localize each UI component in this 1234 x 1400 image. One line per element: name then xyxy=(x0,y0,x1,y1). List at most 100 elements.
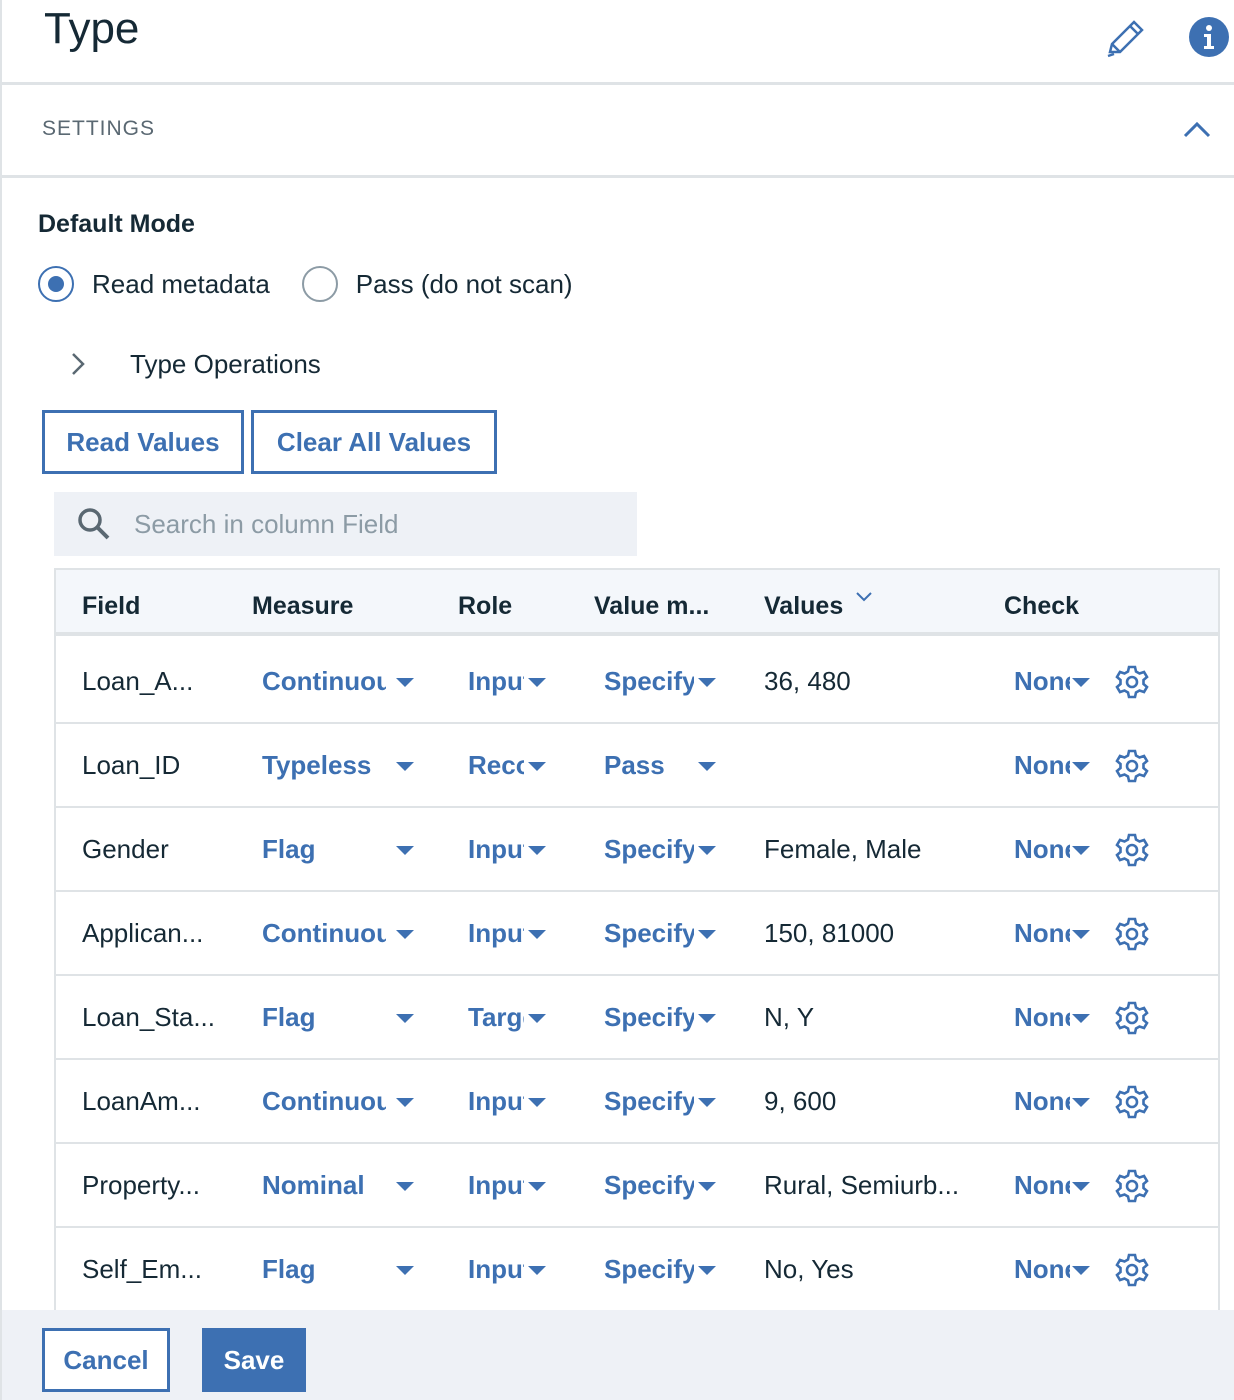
measure-dropdown-label: Flag xyxy=(262,833,316,864)
measure-dropdown[interactable]: Continuous xyxy=(262,892,414,974)
gear-icon[interactable] xyxy=(1114,748,1150,784)
value-mode-dropdown-label: Specify xyxy=(604,1001,694,1032)
clear-all-values-button[interactable]: Clear All Values xyxy=(251,410,497,474)
value-mode-dropdown-label: Specify xyxy=(604,1253,694,1284)
search-icon xyxy=(78,508,110,540)
role-dropdown[interactable]: Input xyxy=(468,640,546,722)
caret-down-icon xyxy=(1072,1266,1090,1275)
caret-down-icon xyxy=(396,762,414,771)
values-cell: 150, 81000 xyxy=(764,917,895,948)
caret-down-icon xyxy=(396,1266,414,1275)
measure-dropdown[interactable]: Continuous xyxy=(262,1060,414,1142)
gear-icon[interactable] xyxy=(1114,916,1150,952)
value-mode-dropdown[interactable]: Specify xyxy=(604,640,716,722)
cancel-button[interactable]: Cancel xyxy=(42,1328,170,1392)
settings-label: SETTINGS xyxy=(42,117,156,140)
column-header-role[interactable]: Role xyxy=(458,592,512,621)
column-header-check[interactable]: Check xyxy=(1004,592,1079,621)
measure-dropdown[interactable]: Flag xyxy=(262,976,414,1058)
value-mode-dropdown-label: Pass xyxy=(604,749,665,780)
radio-pass[interactable]: Pass (do not scan) xyxy=(301,266,573,302)
caret-down-icon xyxy=(698,1266,716,1275)
measure-dropdown[interactable]: Nominal xyxy=(262,1144,414,1226)
check-dropdown[interactable]: None xyxy=(1014,976,1090,1058)
role-dropdown[interactable]: Input xyxy=(468,1060,546,1142)
caret-down-icon xyxy=(1072,1182,1090,1191)
table-row: Self_Em... Flag Input Specify No, Yes None xyxy=(56,1228,1218,1312)
read-values-button[interactable]: Read Values xyxy=(42,410,244,474)
save-button[interactable]: Save xyxy=(202,1328,306,1392)
value-mode-dropdown[interactable]: Specify xyxy=(604,1228,716,1310)
value-mode-dropdown[interactable]: Pass xyxy=(604,724,716,806)
gear-icon[interactable] xyxy=(1114,664,1150,700)
search-input[interactable] xyxy=(134,508,614,540)
value-mode-dropdown[interactable]: Specify xyxy=(604,976,716,1058)
table-row: LoanAm... Continuous Input Specify 9, 600 Non… xyxy=(56,1060,1218,1144)
gear-icon[interactable] xyxy=(1114,832,1150,868)
gear-icon[interactable] xyxy=(1114,1252,1150,1288)
caret-down-icon xyxy=(1072,1098,1090,1107)
caret-down-icon xyxy=(698,930,716,939)
gear-icon[interactable] xyxy=(1114,1084,1150,1120)
chevron-right-icon[interactable] xyxy=(64,350,92,378)
field-cell: Loan_ID xyxy=(82,749,181,780)
field-cell: Applican... xyxy=(82,917,204,948)
table-header-row: Field Measure Role Value m... Values Che… xyxy=(56,570,1218,636)
check-dropdown[interactable]: None xyxy=(1014,1228,1090,1310)
caret-down-icon xyxy=(698,1182,716,1191)
check-dropdown[interactable]: None xyxy=(1014,808,1090,890)
check-dropdown[interactable]: None xyxy=(1014,1144,1090,1226)
check-dropdown[interactable]: None xyxy=(1014,1060,1090,1142)
role-dropdown[interactable]: Input xyxy=(468,1228,546,1310)
field-cell: Property... xyxy=(82,1169,201,1200)
role-dropdown-label: Input xyxy=(468,1253,524,1284)
check-dropdown-label: None xyxy=(1014,1253,1070,1284)
caret-down-icon xyxy=(396,846,414,855)
check-dropdown-label: None xyxy=(1014,917,1070,948)
radio-pass-label: Pass (do not scan) xyxy=(355,268,573,299)
role-dropdown[interactable]: Input xyxy=(468,808,546,890)
info-icon[interactable] xyxy=(1188,16,1230,58)
caret-down-icon xyxy=(698,1014,716,1023)
role-dropdown[interactable]: Input xyxy=(468,1144,546,1226)
check-dropdown[interactable]: None xyxy=(1014,892,1090,974)
check-dropdown[interactable]: None xyxy=(1014,640,1090,722)
value-mode-dropdown[interactable]: Specify xyxy=(604,1060,716,1142)
settings-section-header[interactable]: SETTINGS xyxy=(2,85,1234,175)
role-dropdown[interactable]: Record ID xyxy=(468,724,546,806)
caret-down-icon xyxy=(698,678,716,687)
column-header-value-mode[interactable]: Value m... xyxy=(594,592,709,621)
column-header-values[interactable]: Values xyxy=(764,592,843,621)
radio-read-metadata[interactable]: Read metadata xyxy=(38,266,270,302)
role-dropdown-label: Input xyxy=(468,1169,524,1200)
type-operations-toggle[interactable]: Type Operations xyxy=(64,344,321,384)
caret-down-icon xyxy=(528,1098,546,1107)
measure-dropdown[interactable]: Typeless xyxy=(262,724,414,806)
pencil-icon[interactable] xyxy=(1104,18,1146,58)
chevron-down-icon[interactable] xyxy=(854,590,874,604)
default-mode-heading: Default Mode xyxy=(38,210,195,238)
value-mode-dropdown[interactable]: Specify xyxy=(604,892,716,974)
radio-pass-circle[interactable] xyxy=(301,266,338,302)
chevron-up-icon[interactable] xyxy=(1182,115,1212,145)
gear-icon[interactable] xyxy=(1114,1000,1150,1036)
check-dropdown[interactable]: None xyxy=(1014,724,1090,806)
column-header-field[interactable]: Field xyxy=(82,592,140,621)
measure-dropdown[interactable]: Flag xyxy=(262,1228,414,1310)
value-mode-dropdown[interactable]: Specify xyxy=(604,1144,716,1226)
caret-down-icon xyxy=(1072,846,1090,855)
check-dropdown-label: None xyxy=(1014,665,1070,696)
values-cell: No, Yes xyxy=(764,1253,854,1284)
caret-down-icon xyxy=(1072,762,1090,771)
table-row: Applican... Continuous Input Specify 150, 81… xyxy=(56,892,1218,976)
radio-read-metadata-circle[interactable] xyxy=(38,266,74,302)
type-operations-label: Type Operations xyxy=(130,348,321,379)
role-dropdown[interactable]: Input xyxy=(468,892,546,974)
gear-icon[interactable] xyxy=(1114,1168,1150,1204)
value-mode-dropdown[interactable]: Specify xyxy=(604,808,716,890)
role-dropdown[interactable]: Target xyxy=(468,976,546,1058)
settings-content: Default Mode Read metadata Pass (do not … xyxy=(2,178,1234,1312)
measure-dropdown[interactable]: Flag xyxy=(262,808,414,890)
measure-dropdown[interactable]: Continuous xyxy=(262,640,414,722)
column-header-measure[interactable]: Measure xyxy=(252,592,353,621)
